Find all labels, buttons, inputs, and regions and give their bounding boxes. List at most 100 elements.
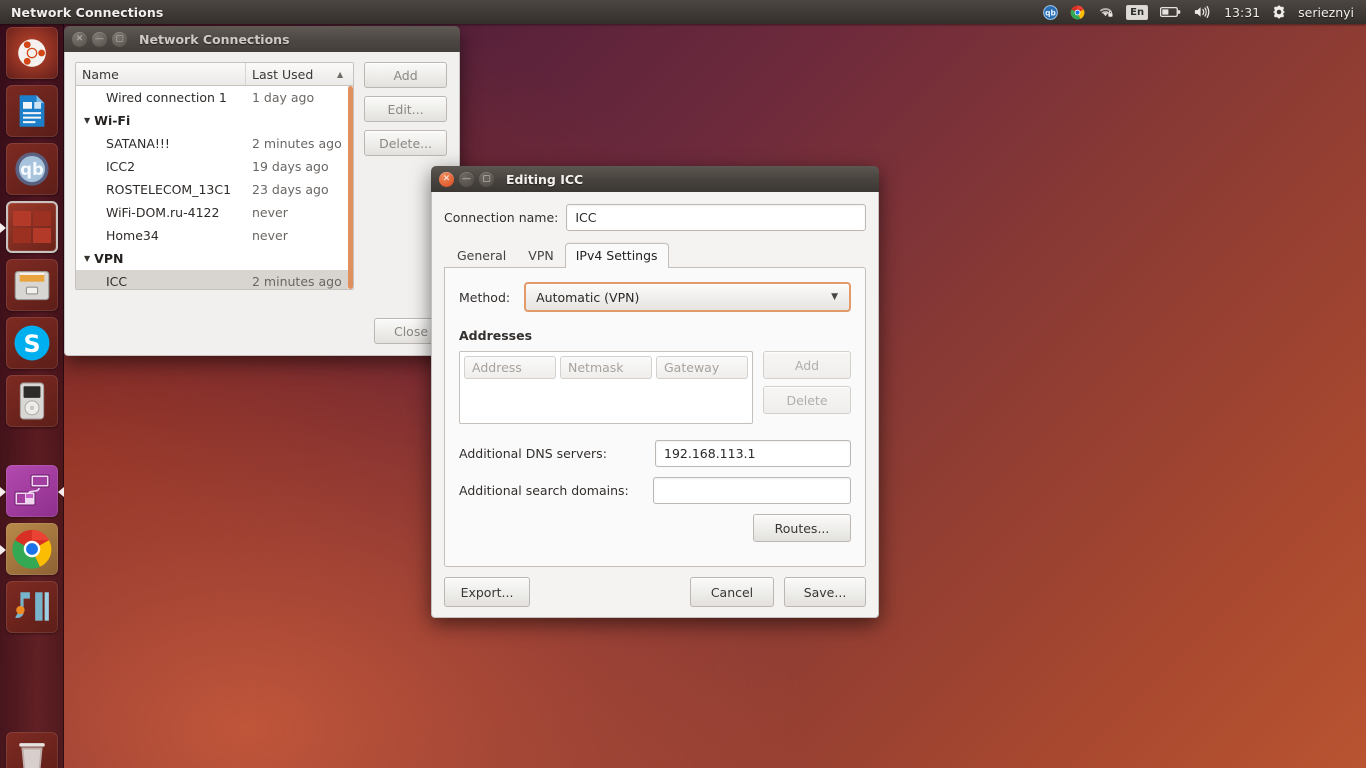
launcher-item-qbittorrent[interactable]: qb bbox=[6, 143, 58, 195]
column-header-last-used-label: Last Used bbox=[252, 66, 314, 82]
tab-ipv4-settings[interactable]: IPv4 Settings bbox=[564, 243, 669, 268]
panel-window-title[interactable]: Network Connections bbox=[11, 5, 163, 20]
list-scrollbar-thumb[interactable] bbox=[348, 86, 354, 289]
edit-button[interactable]: Edit... bbox=[364, 96, 447, 122]
maximize-icon[interactable]: ▢ bbox=[479, 171, 494, 187]
column-header-netmask[interactable]: Netmask bbox=[560, 356, 652, 379]
maximize-icon[interactable]: ▢ bbox=[112, 31, 127, 47]
launcher-item-skype[interactable]: S bbox=[6, 317, 58, 369]
addresses-area: Address Netmask Gateway Add Delete bbox=[459, 351, 851, 424]
addresses-table-header: Address Netmask Gateway bbox=[464, 356, 748, 379]
table-row[interactable]: ICC2 19 days ago bbox=[76, 155, 353, 178]
launcher-item-jdownloader[interactable] bbox=[6, 581, 58, 633]
ipv4-settings-panel: Method: Automatic (VPN) ▼ Addresses Addr… bbox=[444, 267, 866, 567]
addresses-table[interactable]: Address Netmask Gateway bbox=[459, 351, 753, 424]
connection-last-used: never bbox=[252, 228, 288, 243]
username-indicator[interactable]: serieznyi bbox=[1292, 0, 1360, 24]
launcher-item-workspace-switcher[interactable] bbox=[0, 465, 64, 517]
tab-general[interactable]: General bbox=[446, 243, 517, 268]
group-name: Wi-Fi bbox=[94, 113, 131, 128]
launcher-item-libreoffice-writer[interactable] bbox=[6, 85, 58, 137]
dns-label: Additional DNS servers: bbox=[459, 446, 607, 461]
table-row[interactable]: Wired connection 1 1 day ago bbox=[76, 86, 353, 109]
address-add-button[interactable]: Add bbox=[763, 351, 851, 379]
triangle-down-icon: ▼ bbox=[84, 116, 91, 125]
connection-last-used: 2 minutes ago bbox=[252, 274, 342, 289]
keyboard-layout-indicator[interactable]: En bbox=[1120, 0, 1154, 24]
search-domains-label: Additional search domains: bbox=[459, 483, 629, 498]
connections-list-header: Name Last Used ▲ bbox=[76, 63, 354, 86]
table-row-selected[interactable]: ICC 2 minutes ago bbox=[76, 270, 354, 289]
dialog-footer: Export... Cancel Save... bbox=[444, 577, 866, 607]
method-selected-value: Automatic (VPN) bbox=[536, 289, 640, 305]
close-icon[interactable]: ✕ bbox=[72, 31, 87, 47]
svg-text:qb: qb bbox=[1045, 8, 1056, 17]
list-scrollbar[interactable] bbox=[348, 86, 354, 289]
launcher-item-trash[interactable] bbox=[6, 732, 58, 768]
dialog-footer-right: Cancel Save... bbox=[690, 577, 866, 607]
group-row-vpn[interactable]: ▼ VPN bbox=[76, 247, 353, 270]
launcher-item-files[interactable] bbox=[6, 259, 58, 311]
addresses-label: Addresses bbox=[459, 328, 533, 343]
dialog-title: Editing ICC bbox=[506, 171, 584, 187]
connection-last-used: 23 days ago bbox=[252, 182, 329, 197]
group-row-wifi[interactable]: ▼ Wi-Fi bbox=[76, 109, 353, 132]
table-row[interactable]: Home34 never bbox=[76, 224, 353, 247]
wifi-lock-icon[interactable] bbox=[1091, 0, 1120, 24]
files-icon bbox=[6, 259, 58, 311]
network-connections-window: ✕ — ▢ Network Connections Name Last Used… bbox=[64, 26, 460, 356]
connection-name: WiFi-DOM.ru-4122 bbox=[106, 205, 220, 220]
minimize-icon[interactable]: — bbox=[459, 171, 474, 187]
qbittorrent-icon[interactable]: qb bbox=[1037, 0, 1064, 24]
chrome-icon[interactable] bbox=[1064, 0, 1091, 24]
connection-name-input[interactable]: ICC bbox=[566, 204, 866, 231]
column-header-address[interactable]: Address bbox=[464, 356, 556, 379]
search-domains-row: Additional search domains: bbox=[459, 477, 851, 504]
connection-name: SATANA!!! bbox=[106, 136, 170, 151]
connections-rows: Wired connection 1 1 day ago ▼ Wi-Fi SAT… bbox=[76, 86, 354, 289]
launcher-item-google-chrome[interactable] bbox=[0, 523, 58, 575]
qbittorrent-launcher-icon: qb bbox=[6, 143, 58, 195]
launcher-item-anydesk[interactable] bbox=[0, 201, 58, 253]
table-row[interactable]: SATANA!!! 2 minutes ago bbox=[76, 132, 353, 155]
address-delete-button[interactable]: Delete bbox=[763, 386, 851, 414]
routes-row: Routes... bbox=[459, 514, 851, 542]
tab-vpn[interactable]: VPN bbox=[517, 243, 564, 268]
method-label: Method: bbox=[459, 289, 511, 305]
dialog-titlebar[interactable]: ✕ — ▢ Editing ICC bbox=[431, 166, 879, 192]
launcher-item-ubuntu-dash[interactable] bbox=[6, 27, 58, 79]
method-dropdown[interactable]: Automatic (VPN) ▼ bbox=[524, 282, 851, 312]
network-connections-body: Name Last Used ▲ Wired connection 1 1 da… bbox=[64, 52, 460, 356]
group-label-cell: ▼ VPN bbox=[76, 251, 246, 266]
triangle-down-icon: ▼ bbox=[84, 254, 91, 263]
column-header-gateway[interactable]: Gateway bbox=[656, 356, 748, 379]
export-button[interactable]: Export... bbox=[444, 577, 530, 607]
clock-indicator[interactable]: 13:31 bbox=[1218, 0, 1266, 24]
column-header-last-used[interactable]: Last Used ▲ bbox=[246, 63, 353, 85]
minimize-icon[interactable]: — bbox=[92, 31, 107, 47]
close-icon[interactable]: ✕ bbox=[439, 171, 454, 187]
connection-name: ROSTELECOM_13C1 bbox=[106, 182, 232, 197]
delete-button[interactable]: Delete... bbox=[364, 130, 447, 156]
dns-input[interactable]: 192.168.113.1 bbox=[655, 440, 851, 467]
network-connections-titlebar[interactable]: ✕ — ▢ Network Connections bbox=[64, 26, 460, 52]
save-button[interactable]: Save... bbox=[784, 577, 866, 607]
launcher-item-music-player[interactable] bbox=[6, 375, 58, 427]
gear-icon[interactable] bbox=[1266, 0, 1292, 24]
dialog-window-controls: ✕ — ▢ bbox=[439, 171, 494, 187]
libreoffice-writer-icon bbox=[6, 85, 58, 137]
add-button[interactable]: Add bbox=[364, 62, 447, 88]
column-header-name[interactable]: Name bbox=[76, 63, 246, 85]
connection-name-label: Connection name: bbox=[444, 210, 559, 225]
cancel-button[interactable]: Cancel bbox=[690, 577, 774, 607]
connections-list[interactable]: Name Last Used ▲ Wired connection 1 1 da… bbox=[75, 62, 355, 290]
volume-icon[interactable] bbox=[1187, 0, 1218, 24]
connection-name: Home34 bbox=[106, 228, 159, 243]
battery-icon[interactable] bbox=[1154, 0, 1187, 24]
table-row[interactable]: WiFi-DOM.ru-4122 never bbox=[76, 201, 353, 224]
routes-button[interactable]: Routes... bbox=[753, 514, 851, 542]
search-domains-input[interactable] bbox=[653, 477, 851, 504]
window-controls: ✕ — ▢ bbox=[72, 31, 127, 47]
table-row[interactable]: ROSTELECOM_13C1 23 days ago bbox=[76, 178, 353, 201]
addresses-buttons: Add Delete bbox=[763, 351, 851, 424]
